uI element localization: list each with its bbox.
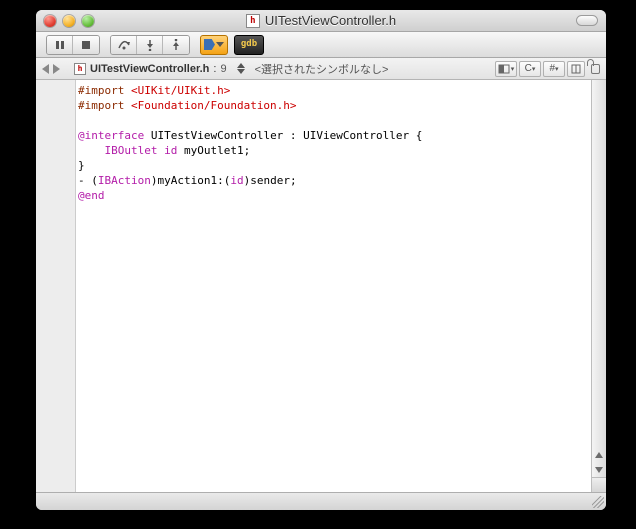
nav-filename[interactable]: UITestViewController.h [90, 63, 209, 75]
step-controls-group [110, 35, 190, 55]
chevron-down-icon [216, 42, 224, 47]
breakpoint-icon [204, 39, 215, 50]
bookmarks-button[interactable] [567, 61, 585, 77]
history-forward-button[interactable] [53, 64, 60, 74]
nav-symbol-popup[interactable]: <選択されたシンボルなし> [255, 61, 491, 77]
class-browser-button[interactable]: C▾ [519, 61, 541, 77]
tok-ibaction: IBAction [98, 174, 151, 187]
close-button[interactable] [44, 15, 56, 27]
resize-handle[interactable] [592, 496, 604, 508]
tok-import: #import [78, 84, 131, 97]
nav-line-number: 9 [220, 63, 226, 75]
nav-right-controls: ▾ C▾ #▾ [495, 61, 600, 77]
zoom-button[interactable] [82, 15, 94, 27]
tok-text: myOutlet1; [177, 144, 250, 157]
header-file-icon [74, 63, 86, 75]
step-out-button[interactable] [163, 36, 189, 54]
c-label: C [525, 63, 532, 74]
tok-id: id [230, 174, 243, 187]
vertical-scrollbar[interactable] [591, 80, 606, 492]
header-file-icon [246, 14, 260, 28]
stepper-down-icon [237, 69, 245, 74]
breakpoint-group: gdb [200, 35, 264, 55]
debug-toolbar: gdb [36, 32, 606, 58]
tok-text: )myAction1:( [151, 174, 230, 187]
tok-interface: @interface [78, 129, 144, 142]
editor-area: #import <UIKit/UIKit.h> #import <Foundat… [36, 80, 606, 492]
pause-button[interactable] [47, 36, 73, 54]
counterpart-button[interactable]: ▾ [495, 61, 517, 77]
minimize-button[interactable] [63, 15, 75, 27]
titlebar[interactable]: UITestViewController.h [36, 10, 606, 32]
tok-text: )sender; [244, 174, 297, 187]
gdb-label: gdb [241, 40, 257, 49]
gutter[interactable] [36, 80, 76, 492]
step-over-button[interactable] [111, 36, 137, 54]
tok-iboutlet: IBOutlet [105, 144, 158, 157]
tok-import: #import [78, 99, 131, 112]
tok-pad [78, 144, 105, 157]
toolbar-toggle-pill[interactable] [576, 15, 598, 26]
stepper-up-icon [237, 63, 245, 68]
continue-button[interactable] [73, 36, 99, 54]
scroll-corner [592, 477, 606, 492]
window-title: UITestViewController.h [36, 13, 606, 28]
window-title-text: UITestViewController.h [265, 13, 396, 28]
code-editor[interactable]: #import <UIKit/UIKit.h> #import <Foundat… [76, 80, 591, 492]
tok-text: - ( [78, 174, 98, 187]
gdb-console-button[interactable]: gdb [234, 35, 264, 55]
includes-button[interactable]: #▾ [543, 61, 565, 77]
file-stepper[interactable] [237, 63, 245, 74]
tok-id: id [164, 144, 177, 157]
nav-line-sep: : [213, 63, 216, 75]
tok-header: <Foundation/Foundation.h> [131, 99, 297, 112]
step-into-button[interactable] [137, 36, 163, 54]
history-nav-bar: UITestViewController.h : 9 <選択されたシンボルなし>… [36, 58, 606, 80]
breakpoints-toggle-button[interactable] [200, 35, 228, 55]
counterpart-icon [498, 64, 510, 74]
tok-end: @end [78, 189, 105, 202]
scroll-down-button[interactable] [592, 462, 606, 477]
debug-controls-group [46, 35, 100, 55]
book-icon [571, 64, 581, 74]
xcode-window: UITestViewController.h [36, 10, 606, 510]
tok-text: UITestViewController : UIViewController … [144, 129, 422, 142]
scroll-up-button[interactable] [592, 447, 606, 462]
history-back-button[interactable] [42, 64, 49, 74]
lock-icon[interactable] [591, 64, 600, 74]
tok-text: } [78, 159, 85, 172]
traffic-lights [36, 15, 94, 27]
bottom-bar [36, 492, 606, 510]
tok-header: <UIKit/UIKit.h> [131, 84, 230, 97]
